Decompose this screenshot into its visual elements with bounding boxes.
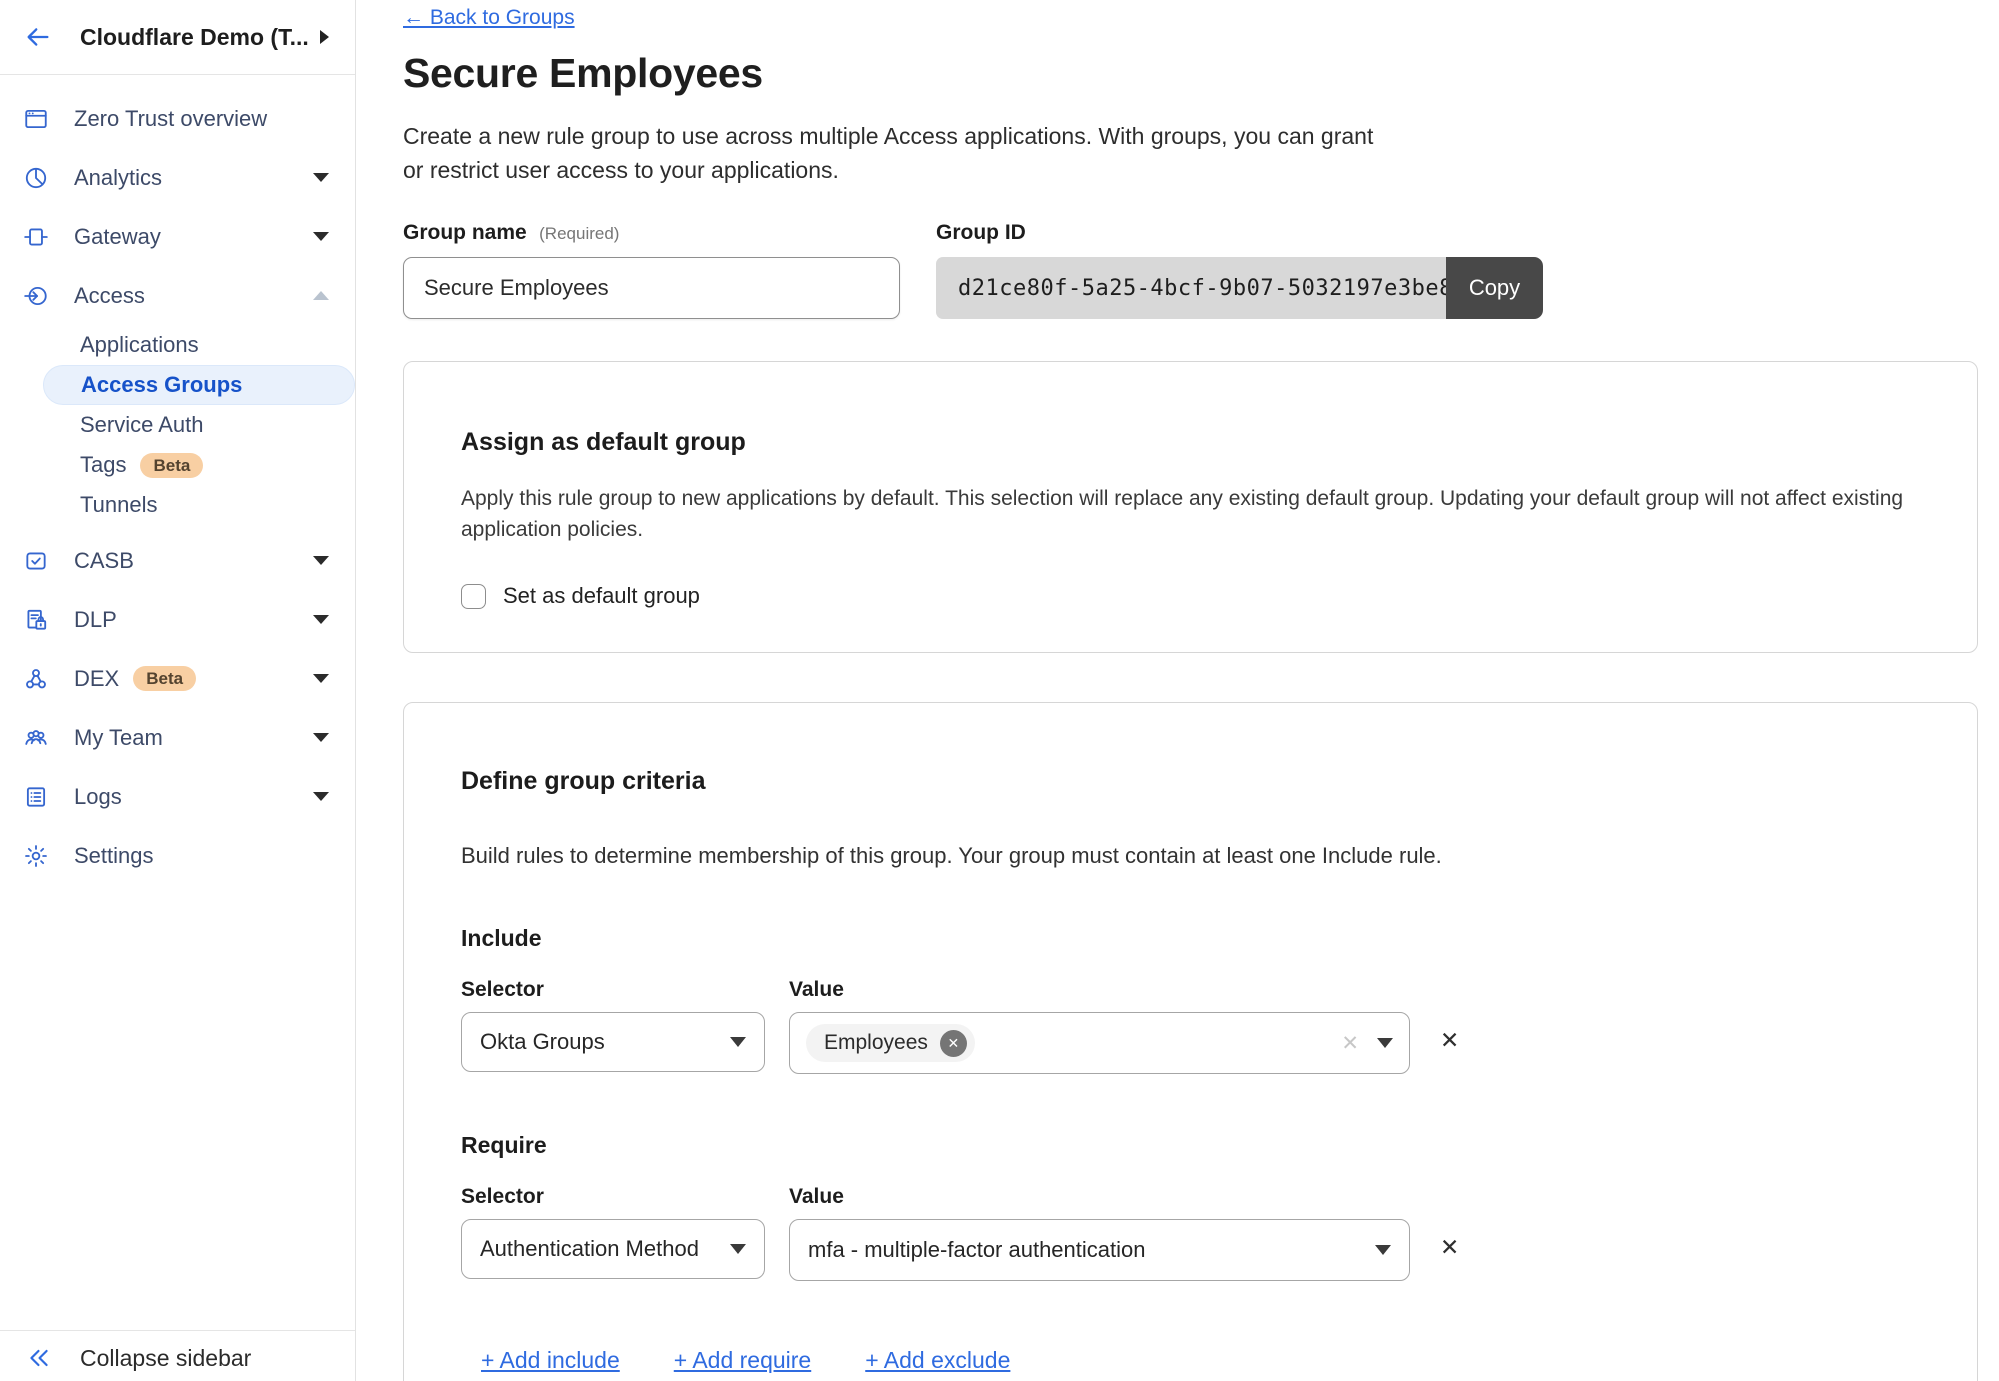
- chevron-down-icon[interactable]: [313, 792, 329, 801]
- required-hint: (Required): [539, 224, 619, 243]
- group-id-value: d21ce80f-5a25-4bcf-9b07-5032197e3be8: [936, 257, 1446, 319]
- group-id-label: Group ID: [936, 221, 1543, 245]
- page-title: Secure Employees: [403, 50, 1978, 97]
- chevron-down-icon: [730, 1244, 746, 1254]
- set-default-label[interactable]: Set as default group: [503, 583, 700, 609]
- copy-button[interactable]: Copy: [1446, 257, 1543, 319]
- chevron-down-icon: [730, 1037, 746, 1047]
- include-selector-label: Selector: [461, 978, 765, 1002]
- default-group-checkbox-row: Set as default group: [461, 583, 1919, 609]
- collapse-sidebar[interactable]: Collapse sidebar: [0, 1330, 355, 1381]
- include-value-multiselect[interactable]: Employees ✕ ✕: [789, 1012, 1410, 1074]
- back-to-groups-link[interactable]: ← Back to Groups: [403, 6, 575, 30]
- remove-include-rule-icon[interactable]: ✕: [1440, 1027, 1459, 1054]
- chevron-down-icon[interactable]: [313, 556, 329, 565]
- group-identity-row: Group name (Required) Group ID d21ce80f-…: [403, 221, 1978, 319]
- employees-tag: Employees ✕: [806, 1024, 975, 1062]
- require-value-dropdown[interactable]: mfa - multiple-factor authentication: [789, 1219, 1410, 1281]
- gateway-icon: [23, 224, 49, 250]
- require-heading: Require: [461, 1132, 1919, 1159]
- require-selector-dropdown[interactable]: Authentication Method: [461, 1219, 765, 1279]
- network-icon: [23, 666, 49, 692]
- criteria-title: Define group criteria: [461, 767, 1919, 796]
- require-value-label: Value: [789, 1185, 1410, 1209]
- page-description: Create a new rule group to use across mu…: [403, 119, 1978, 187]
- sidebar-item-my-team[interactable]: My Team: [0, 708, 355, 767]
- group-id-block: Group ID d21ce80f-5a25-4bcf-9b07-5032197…: [936, 221, 1543, 319]
- criteria-card: Define group criteria Build rules to det…: [403, 702, 1978, 1381]
- sidebar-item-gateway[interactable]: Gateway: [0, 207, 355, 266]
- sidebar-item-analytics[interactable]: Analytics: [0, 148, 355, 207]
- sidebar-item-casb[interactable]: CASB: [0, 531, 355, 590]
- add-include-link[interactable]: + Add include: [481, 1347, 620, 1374]
- rule-actions: + Add include + Add require + Add exclud…: [481, 1347, 1919, 1374]
- chevron-down-icon: [1377, 1038, 1393, 1048]
- back-arrow-icon[interactable]: [24, 23, 52, 51]
- add-exclude-link[interactable]: + Add exclude: [865, 1347, 1010, 1374]
- sidebar-item-zero-trust-overview[interactable]: Zero Trust overview: [0, 89, 355, 148]
- add-require-link[interactable]: + Add require: [674, 1347, 811, 1374]
- require-selector-label: Selector: [461, 1185, 765, 1209]
- sidebar-item-dlp[interactable]: DLP: [0, 590, 355, 649]
- beta-badge: Beta: [133, 666, 196, 691]
- logs-icon: [23, 784, 49, 810]
- beta-badge: Beta: [140, 453, 203, 478]
- clear-value-icon[interactable]: ✕: [1341, 1031, 1359, 1056]
- default-group-card: Assign as default group Apply this rule …: [403, 361, 1978, 653]
- include-value-label: Value: [789, 978, 1410, 1002]
- account-caret-icon[interactable]: [320, 30, 329, 44]
- casb-icon: [23, 548, 49, 574]
- window-icon: [23, 106, 49, 132]
- sidebar-item-tags[interactable]: Tags Beta: [0, 445, 355, 485]
- sidebar-nav: Zero Trust overview Analytics Gateway Ac…: [0, 75, 355, 1330]
- default-group-title: Assign as default group: [461, 428, 1919, 457]
- default-group-description: Apply this rule group to new application…: [461, 483, 1919, 545]
- criteria-description: Build rules to determine membership of t…: [461, 843, 1919, 869]
- group-name-field-block: Group name (Required): [403, 221, 900, 319]
- pie-chart-icon: [23, 165, 49, 191]
- sidebar-item-applications[interactable]: Applications: [0, 325, 355, 365]
- include-selector-dropdown[interactable]: Okta Groups: [461, 1012, 765, 1072]
- chevron-down-icon[interactable]: [313, 232, 329, 241]
- group-id-box: d21ce80f-5a25-4bcf-9b07-5032197e3be8 Cop…: [936, 257, 1543, 319]
- main-content: ← Back to Groups Secure Employees Create…: [356, 0, 1999, 1381]
- sidebar-item-service-auth[interactable]: Service Auth: [0, 405, 355, 445]
- sidebar-item-settings[interactable]: Settings: [0, 826, 355, 885]
- access-icon: [23, 283, 49, 309]
- include-heading: Include: [461, 925, 1919, 952]
- account-name[interactable]: Cloudflare Demo (T...: [80, 24, 309, 51]
- chevron-down-icon[interactable]: [313, 733, 329, 742]
- group-name-input[interactable]: [403, 257, 900, 319]
- sidebar-item-dex[interactable]: DEX Beta: [0, 649, 355, 708]
- sidebar-item-access[interactable]: Access: [0, 266, 355, 325]
- chevron-down-icon[interactable]: [313, 615, 329, 624]
- include-rule-row: Selector Okta Groups Value Employees ✕ ✕: [461, 978, 1919, 1074]
- chevron-up-icon[interactable]: [313, 291, 329, 300]
- tag-remove-icon[interactable]: ✕: [940, 1030, 967, 1057]
- remove-require-rule-icon[interactable]: ✕: [1440, 1234, 1459, 1261]
- sidebar-item-tunnels[interactable]: Tunnels: [0, 485, 355, 525]
- sidebar-header: Cloudflare Demo (T...: [0, 0, 355, 75]
- people-icon: [23, 725, 49, 751]
- sidebar: Cloudflare Demo (T... Zero Trust overvie…: [0, 0, 356, 1381]
- group-name-label: Group name: [403, 221, 527, 244]
- require-rule-row: Selector Authentication Method Value mfa…: [461, 1185, 1919, 1281]
- gear-icon: [23, 843, 49, 869]
- set-default-checkbox[interactable]: [461, 584, 486, 609]
- chevron-down-icon[interactable]: [313, 173, 329, 182]
- sidebar-item-logs[interactable]: Logs: [0, 767, 355, 826]
- double-chevron-left-icon: [26, 1345, 52, 1371]
- document-lock-icon: [23, 607, 49, 633]
- sidebar-item-access-groups[interactable]: Access Groups: [43, 365, 355, 405]
- chevron-down-icon[interactable]: [313, 674, 329, 683]
- chevron-down-icon: [1375, 1245, 1391, 1255]
